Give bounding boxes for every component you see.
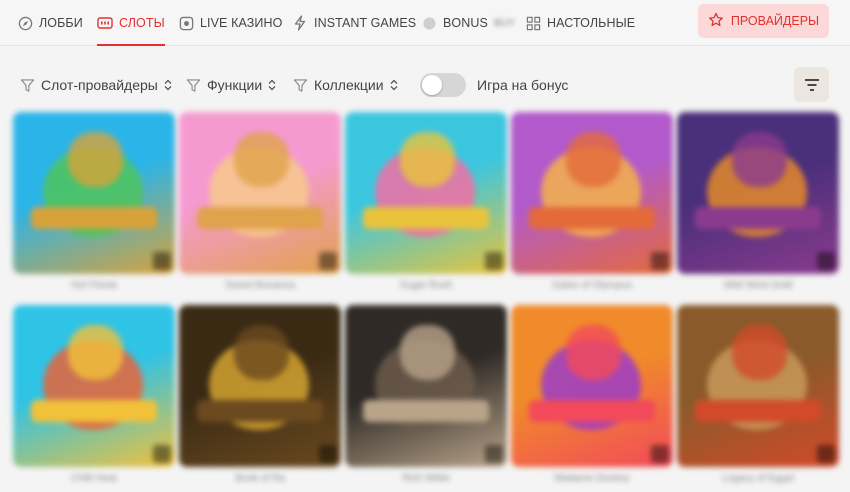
- game-tile[interactable]: [345, 112, 507, 274]
- lightning-icon: [292, 15, 308, 31]
- compass-icon: [17, 15, 33, 31]
- game-tile[interactable]: [345, 305, 507, 467]
- filter-bar: Слот-провайдеры Функции Коллекции Игра н…: [0, 62, 850, 108]
- game-info-icon[interactable]: [817, 252, 835, 270]
- filter-features[interactable]: Функции: [186, 62, 276, 108]
- game-title: Book of Ra: [235, 473, 285, 484]
- game-artwork: [677, 112, 839, 274]
- game-artwork: [13, 305, 175, 467]
- nav-item-live-casino[interactable]: LIVE КАЗИНО: [178, 0, 282, 46]
- game-info-icon[interactable]: [319, 445, 337, 463]
- nav-item-label: ЛОББИ: [39, 16, 83, 30]
- game-title: Rich Wilde: [402, 473, 450, 484]
- game-info-icon[interactable]: [651, 445, 669, 463]
- bonus-play-toggle-label: Игра на бонус: [477, 77, 569, 93]
- game-artwork: [179, 112, 341, 274]
- bonus-play-toggle[interactable]: [420, 73, 466, 97]
- filter-slot-providers[interactable]: Слот-провайдеры: [20, 62, 172, 108]
- nav-item-lobby[interactable]: ЛОББИ: [17, 0, 83, 46]
- game-artwork: [511, 305, 673, 467]
- filter-label: Слот-провайдеры: [41, 77, 158, 93]
- chevron-updown-icon: [268, 79, 276, 91]
- chevron-updown-icon: [390, 79, 398, 91]
- nav-item-instant-games[interactable]: INSTANT GAMES: [292, 0, 416, 46]
- game-info-icon[interactable]: [153, 445, 171, 463]
- nav-item-label: INSTANT GAMES: [314, 16, 417, 30]
- game-title: Sweet Bonanza: [224, 280, 296, 291]
- game-artwork: [13, 112, 175, 274]
- nav-item-bonus-buy[interactable]: BONUS BUY: [421, 0, 515, 46]
- filter-label: Функции: [207, 77, 263, 93]
- live-casino-icon: [178, 15, 194, 31]
- bonus-icon: [421, 15, 437, 31]
- game-tile[interactable]: [13, 112, 175, 274]
- game-tile[interactable]: [511, 305, 673, 467]
- filter-collections[interactable]: Коллекции: [293, 62, 398, 108]
- nav-item-label: НАСТОЛЬНЫЕ: [547, 16, 636, 30]
- nav-item-badge: BUY: [493, 17, 515, 29]
- game-info-icon[interactable]: [485, 252, 503, 270]
- nav-item-label: СЛОТЫ: [119, 16, 165, 30]
- game-title: Wild West Gold: [723, 280, 793, 291]
- game-title: Madame Destiny: [554, 473, 630, 484]
- providers-button-label: ПРОВАЙДЕРЫ: [730, 14, 820, 28]
- grid-icon: [525, 15, 541, 31]
- game-tile[interactable]: [677, 112, 839, 274]
- game-artwork: [345, 112, 507, 274]
- game-artwork: [511, 112, 673, 274]
- star-icon: [708, 12, 724, 31]
- game-title: Gates of Olympus: [551, 280, 633, 291]
- game-title: Hot Fiesta: [71, 280, 117, 291]
- game-info-icon[interactable]: [319, 252, 337, 270]
- game-title: Legacy of Egypt: [722, 473, 794, 484]
- nav-item-table-games[interactable]: НАСТОЛЬНЫЕ: [525, 0, 635, 46]
- toggle-knob: [422, 75, 442, 95]
- funnel-icon: [20, 78, 35, 92]
- nav-item-slots[interactable]: СЛОТЫ: [97, 0, 165, 46]
- slot-machine-icon: [97, 15, 113, 31]
- nav-item-label: BONUS: [443, 16, 488, 30]
- nav-item-label: LIVE КАЗИНО: [200, 16, 283, 30]
- sort-button[interactable]: [794, 67, 829, 102]
- game-tile[interactable]: [677, 305, 839, 467]
- game-info-icon[interactable]: [485, 445, 503, 463]
- top-navigation: ЛОББИ СЛОТЫ LIVE КАЗИНО INSTANT GAMES BO…: [0, 0, 850, 46]
- game-info-icon[interactable]: [817, 445, 835, 463]
- game-tile[interactable]: [511, 112, 673, 274]
- filter-label: Коллекции: [314, 77, 384, 93]
- funnel-icon: [186, 78, 201, 92]
- funnel-icon: [293, 78, 308, 92]
- game-artwork: [345, 305, 507, 467]
- game-tile[interactable]: [179, 112, 341, 274]
- game-tile[interactable]: [179, 305, 341, 467]
- sort-lines-icon: [804, 78, 819, 91]
- game-artwork: [179, 305, 341, 467]
- chevron-updown-icon: [164, 79, 172, 91]
- game-info-icon[interactable]: [153, 252, 171, 270]
- providers-button[interactable]: ПРОВАЙДЕРЫ: [698, 4, 829, 38]
- game-title: Chilli Heat: [71, 473, 117, 484]
- game-title: Sugar Rush: [399, 280, 453, 291]
- game-tile[interactable]: [13, 305, 175, 467]
- game-artwork: [677, 305, 839, 467]
- game-info-icon[interactable]: [651, 252, 669, 270]
